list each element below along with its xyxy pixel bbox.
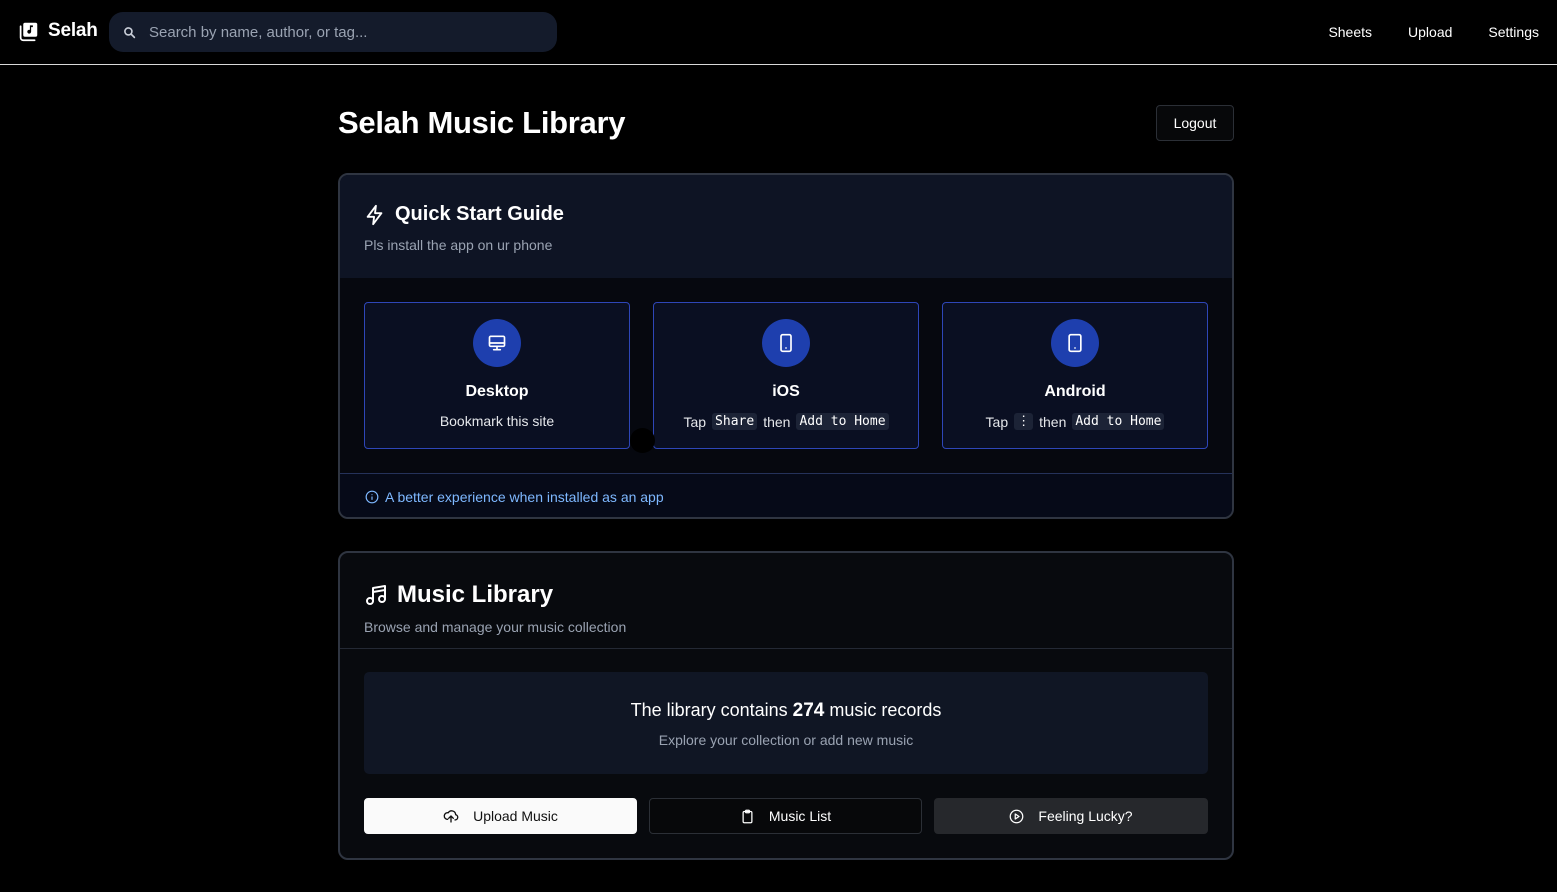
upload-music-button[interactable]: Upload Music [364,798,637,834]
quick-start-subtitle: Pls install the app on ur phone [364,237,553,253]
platform-instructions: Bookmark this site [365,413,629,429]
quick-start-title: Quick Start Guide [364,203,564,226]
quick-start-header: Quick Start Guide Pls install the app on… [340,175,1232,278]
search-bar[interactable] [109,12,557,52]
music-library-title-text: Music Library [397,581,554,608]
music-library-icon [19,22,38,41]
music-list-label: Music List [768,808,832,824]
search-input[interactable] [149,23,529,41]
divider [340,648,1232,649]
library-stats-panel: The library contains 274 music records E… [364,672,1208,774]
record-count-text: The library contains 274 music records [364,700,1208,722]
top-navbar: Selah Sheets Upload Settings [0,0,1557,65]
platform-icon-circle [762,319,810,367]
clipboard-icon [742,809,753,823]
logout-button[interactable]: Logout [1156,105,1234,141]
feeling-lucky-label: Feeling Lucky? [1038,808,1133,824]
platform-card-desktop: Desktop Bookmark this site [364,302,630,449]
platform-name: Desktop [465,383,529,400]
music-library-card: Music Library Browse and manage your mus… [338,551,1234,860]
platform-instructions: Tap Share then Add to Home [654,413,918,430]
info-icon [365,490,379,503]
nav-link-settings[interactable]: Settings [1488,24,1539,40]
music-list-button[interactable]: Music List [649,798,922,834]
platform-icon-circle [473,319,521,367]
play-circle-icon [1010,809,1024,823]
platform-card-ios: iOS Tap Share then Add to Home [653,302,919,449]
search-icon [124,26,136,38]
brand-link[interactable]: Selah [18,20,98,42]
phone-icon [780,333,792,353]
platform-name: iOS [772,383,800,400]
feeling-lucky-button[interactable]: Feeling Lucky? [934,798,1208,834]
platform-name: Android [1044,383,1106,400]
mouse-cursor [630,428,655,453]
platform-icon-circle [1051,319,1099,367]
quick-start-card: Quick Start Guide Pls install the app on… [338,173,1234,519]
platform-grid: Desktop Bookmark this site iOS Tap Share… [340,278,1232,474]
tablet-icon [1068,333,1082,353]
music-library-title: Music Library [364,581,553,609]
stats-prefix: The library contains [630,700,788,720]
instruction-text: Tap [683,413,707,430]
instruction-text: Bookmark this site [439,413,555,429]
monitor-icon [488,335,506,351]
platform-card-android: Android Tap ⋮ then Add to Home [942,302,1208,449]
instruction-text: Tap [985,413,1009,430]
kbd-add-to-home: Add to Home [1072,413,1165,430]
install-note: A better experience when installed as an… [340,474,1232,517]
kbd-share: Share [712,413,758,430]
page-title: Selah Music Library [338,105,626,140]
record-count: 274 [792,700,825,721]
brand-name: Selah [48,20,98,41]
nav-link-sheets[interactable]: Sheets [1328,24,1372,40]
quick-start-title-text: Quick Start Guide [395,203,564,225]
kbd-add-to-home: Add to Home [796,413,889,430]
kbd-menu: ⋮ [1014,413,1034,430]
install-note-text: A better experience when installed as an… [385,488,664,505]
platform-instructions: Tap ⋮ then Add to Home [943,413,1207,430]
stats-subtext: Explore your collection or add new music [658,732,914,748]
music-library-subtitle: Browse and manage your music collection [364,619,627,635]
main-nav: Sheets Upload Settings [1328,24,1539,40]
nav-link-upload[interactable]: Upload [1408,24,1452,40]
instruction-text: then [763,413,791,430]
stats-suffix: music records [829,700,942,720]
instruction-text: then [1039,413,1067,430]
music-note-icon [366,585,386,605]
upload-music-label: Upload Music [473,808,558,824]
cloud-upload-icon [443,810,459,823]
lightning-icon [366,204,383,225]
